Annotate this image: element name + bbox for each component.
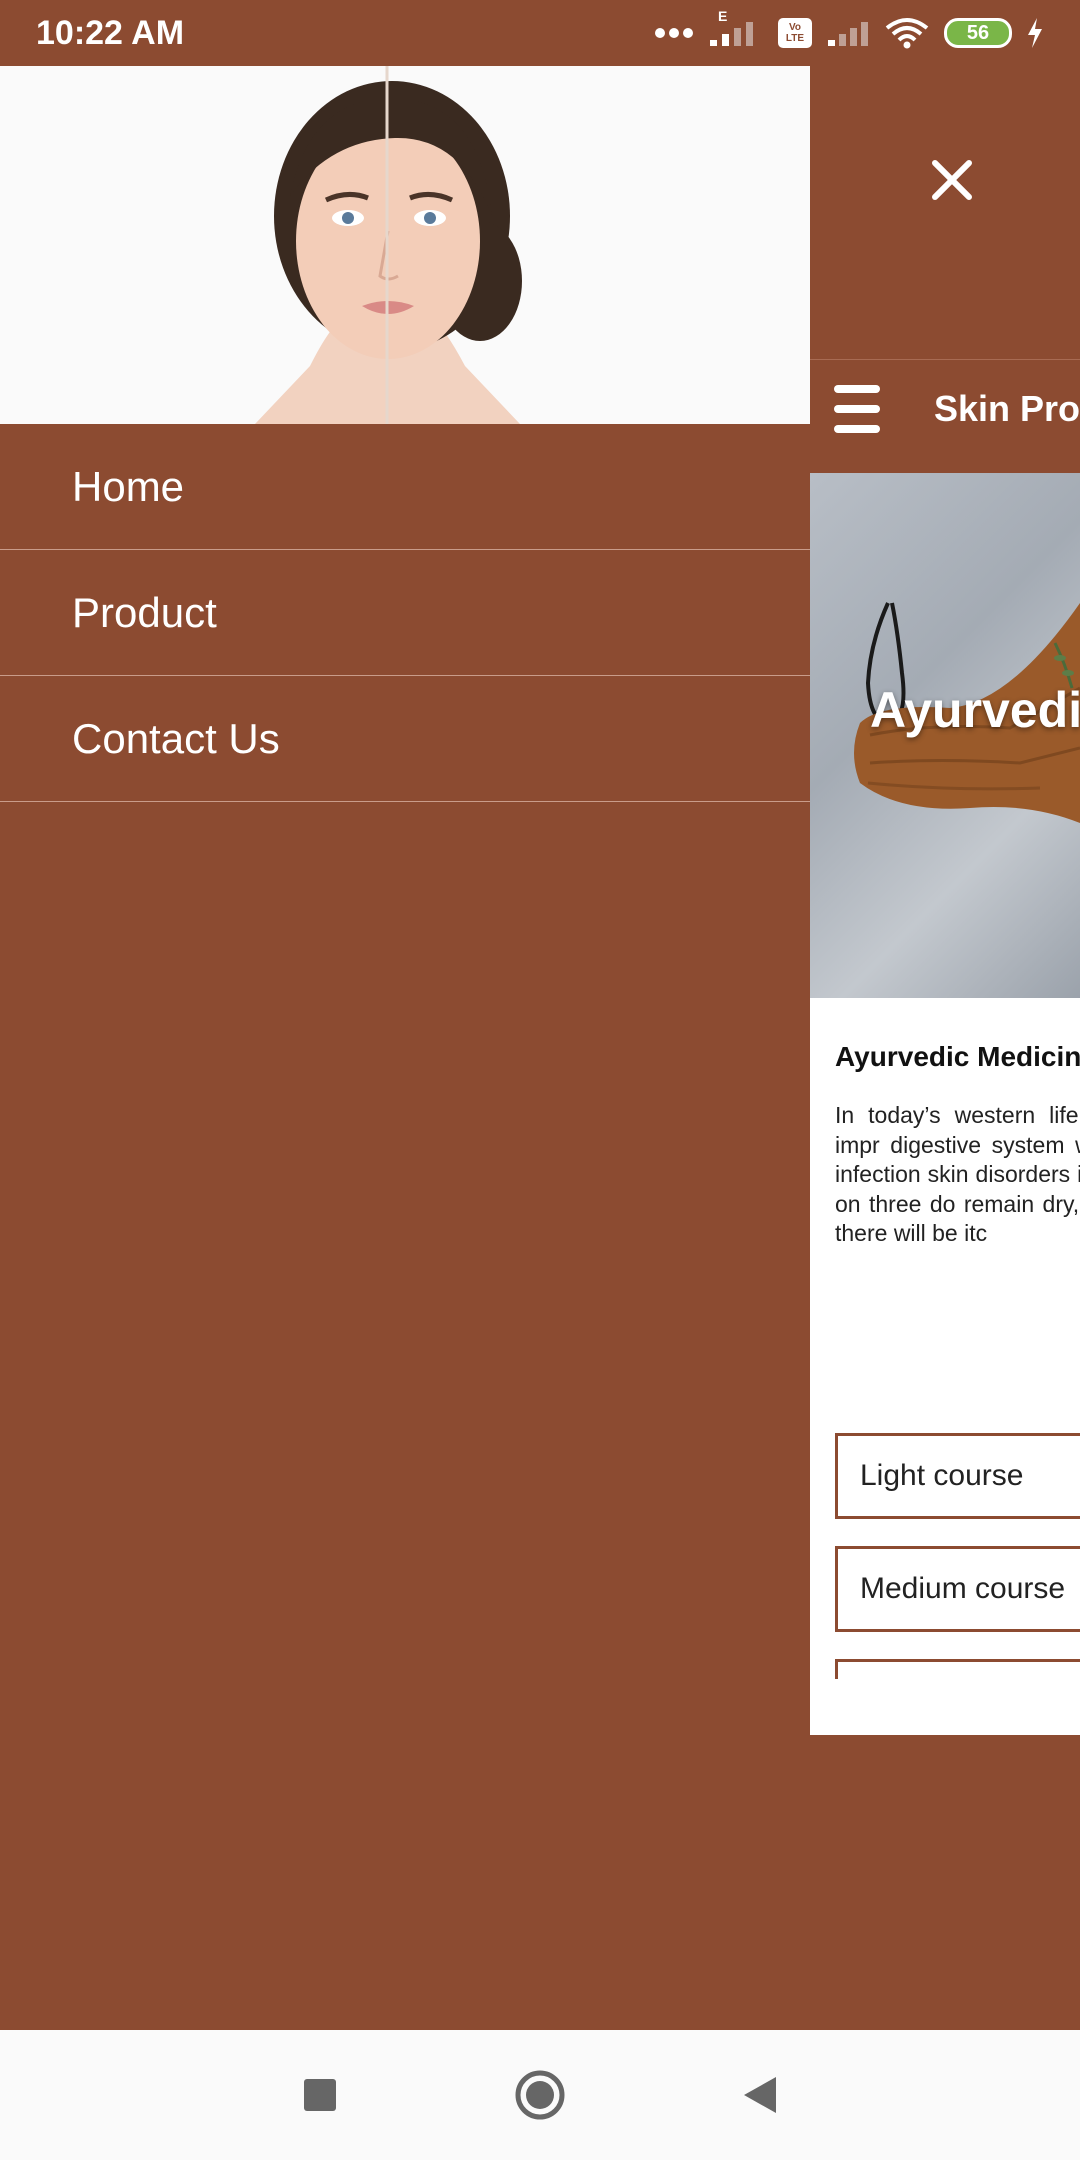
course-label: Medium course	[860, 1572, 1066, 1605]
back-button[interactable]	[730, 2065, 790, 2125]
banner-title: Ayurvedic	[870, 682, 1080, 738]
wifi-icon	[884, 16, 930, 50]
content-card: Ayurvedic Ayurvedic Medicin In today’s w…	[810, 473, 1080, 1735]
close-button[interactable]	[920, 148, 984, 212]
drawer-close-area	[810, 66, 1080, 360]
battery-icon: 56	[944, 18, 1012, 48]
menu-item-home[interactable]: Home	[0, 424, 810, 550]
signal-2-icon	[826, 18, 870, 48]
home-button[interactable]	[510, 2065, 570, 2125]
signal-icon: E	[708, 8, 764, 48]
article-title: Ayurvedic Medicin	[835, 1041, 1080, 1072]
course-label: Light course	[860, 1459, 1024, 1492]
next-course-button-partial[interactable]	[835, 1659, 1080, 1679]
close-icon	[932, 160, 972, 200]
navigation-drawer: Home Product Contact Us	[0, 66, 810, 2030]
screen: 10:22 AM E Vo LTE 56 Home Product Contac…	[0, 0, 1080, 2160]
menu-item-label: Contact Us	[72, 714, 280, 762]
menu-item-product[interactable]: Product	[0, 550, 810, 676]
article-body: In today’s western life food habits and …	[835, 1102, 1080, 1246]
banner-image: Ayurvedic	[810, 473, 1080, 998]
network-type-label: E	[718, 8, 728, 24]
menu-item-label: Product	[72, 588, 217, 636]
triangle-back-icon	[744, 2077, 776, 2113]
recents-button[interactable]	[290, 2065, 350, 2125]
face-illustration	[0, 66, 810, 424]
app-bar-title: Skin Pro	[933, 388, 1080, 429]
status-time: 10:22 AM	[36, 13, 185, 52]
square-icon	[304, 2079, 336, 2111]
status-icons: E Vo LTE 56	[654, 8, 1044, 50]
system-navigation-bar	[0, 2030, 1080, 2160]
medium-course-button[interactable]: Medium course	[835, 1546, 1080, 1632]
hamburger-menu-icon[interactable]	[834, 385, 880, 433]
drawer-header-image	[0, 66, 810, 424]
menu-item-contact-us[interactable]: Contact Us	[0, 676, 810, 802]
app-bar: Skin Pro	[810, 361, 1080, 457]
status-bar: 10:22 AM E Vo LTE 56	[0, 0, 1080, 66]
light-course-button[interactable]: Light course	[835, 1433, 1080, 1519]
more-notifications-icon	[654, 27, 694, 39]
charging-icon	[1026, 18, 1044, 48]
volte-icon: Vo LTE	[778, 18, 812, 48]
drawer-menu: Home Product Contact Us	[0, 424, 810, 802]
main-content: Skin Pro Ayurvedic Ay	[810, 66, 1080, 1736]
circle-icon	[515, 2070, 565, 2120]
menu-item-label: Home	[72, 462, 185, 510]
